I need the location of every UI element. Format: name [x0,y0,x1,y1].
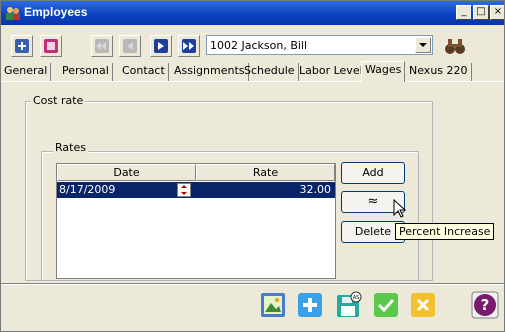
employee-select[interactable]: 1002 Jackson, Bill [206,35,433,55]
date-cell[interactable]: 8/17/2009 [59,182,115,198]
rate-cell[interactable]: 32.00 [300,182,332,198]
save-as-button[interactable]: AS [335,291,363,319]
tab-wages[interactable]: Wages [361,61,406,82]
tab-contact[interactable]: Contact [119,63,169,81]
maximize-button[interactable]: □ [473,5,489,20]
checkmark-icon [374,293,398,317]
bottom-separator [1,283,504,285]
employees-window: Employees _ □ × 1002 Jackson, Bill Gener… [0,0,505,332]
plus-icon [15,39,29,53]
people-app-icon [6,7,20,20]
calculator-button[interactable] [296,291,324,319]
tab-general[interactable]: General [1,63,52,81]
calculator-icon [298,293,322,317]
help-button[interactable]: ? [471,291,499,319]
window-controls: _ □ × [456,5,504,21]
add-button[interactable]: Add [341,162,405,184]
close-button[interactable]: × [490,5,504,20]
table-row[interactable]: 8/17/2009 32.00 [57,182,335,198]
previous-record-button[interactable] [119,35,141,57]
binoculars-icon [445,39,465,54]
minimize-button[interactable]: _ [456,5,472,20]
title-bar[interactable]: Employees _ □ × [1,1,504,25]
tab-strip: General Personal Contact Assignments Sch… [1,61,504,82]
cancel-button[interactable] [409,291,437,319]
spin-arrows-icon [181,185,187,195]
previous-arrow-icon [123,39,137,53]
next-arrow-icon [154,39,168,53]
last-record-button[interactable] [178,35,200,57]
help-question-icon: ? [471,291,499,319]
tab-schedule[interactable]: Schedule [241,63,299,81]
delete-record-button[interactable] [40,35,62,57]
employee-select-value: 1002 Jackson, Bill [210,39,308,52]
tab-labor-level[interactable]: Labor Level [296,63,367,81]
ok-button[interactable] [372,291,400,319]
cancel-x-icon [411,293,435,317]
tooltip: Percent Increase [395,223,495,240]
column-header-rate[interactable]: Rate [196,164,335,181]
column-header-date[interactable]: Date [57,164,196,181]
cost-rate-legend: Cost rate [31,94,86,107]
mouse-cursor-icon [393,199,407,218]
tab-personal[interactable]: Personal [59,63,113,81]
rates-table[interactable]: Date Rate 8/17/2009 32.00 [56,163,336,279]
picture-icon [261,293,285,317]
chevron-down-icon [419,43,427,47]
double-chevron-up-icon: ≈ [367,194,379,209]
svg-text:AS: AS [353,295,360,301]
svg-text:?: ? [481,296,490,314]
add-record-button[interactable] [11,35,33,57]
tab-nexus-220[interactable]: Nexus 220 [406,63,472,81]
tab-assignments[interactable]: Assignments [171,63,249,81]
find-button[interactable] [442,35,468,57]
date-spin-control[interactable] [177,183,191,197]
report-button[interactable] [259,291,287,319]
window-title: Employees [24,5,88,19]
save-as-icon: AS [337,291,362,317]
record-icon [44,39,58,53]
last-arrow-icon [182,39,196,53]
next-record-button[interactable] [150,35,172,57]
rates-legend: Rates [53,141,88,154]
dropdown-arrow-button[interactable] [415,37,431,53]
tab-baseline [1,81,504,82]
first-arrow-icon [95,39,109,53]
first-record-button[interactable] [91,35,113,57]
